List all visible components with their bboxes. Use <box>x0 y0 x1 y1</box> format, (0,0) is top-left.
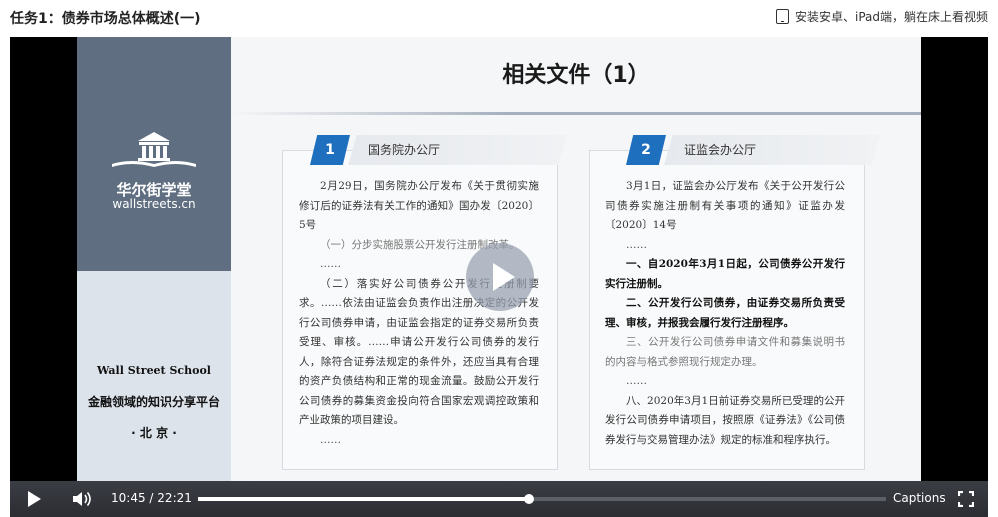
top-bar: 任务1：债券市场总体概述(一) 安装安卓、iPad端，躺在床上看视频 <box>0 0 998 36</box>
panel-2-paragraph: 一、自2020年3月1日起，公司债券公开发行实行注册制。 <box>605 258 845 290</box>
progress-fill <box>198 497 529 501</box>
panel-2-paragraph: 三、公开发行公司债券申请文件和募集说明书的内容与格式参照现行规定办理。 <box>605 336 845 368</box>
panel-2-paragraph: 3月1日，证监会办公厅发布《关于公开发行公司债券实施注册制有关事项的通知》证监办… <box>605 180 845 231</box>
panel-1-paragraph: 2月29日，国务院办公厅发布《关于贯彻实施修订后的证券法有关工作的通知》国办发〔… <box>299 180 539 231</box>
panel-2-label: 证监会办公厅 <box>664 135 880 165</box>
panel-2-number: 2 <box>626 135 666 165</box>
panel-2-paragraph: 二、公开发行公司债券，由证券交易所负责受理、审核，并报我会履行发行注册程序。 <box>605 297 845 329</box>
panel-2-ellipsis: …… <box>626 238 647 251</box>
current-time: 10:45 <box>111 491 146 505</box>
panel-1-body: 2月29日，国务院办公厅发布《关于贯彻实施修订后的证券法有关工作的通知》国办发〔… <box>299 177 539 450</box>
school-slogan: 金融领域的知识分享平台 <box>87 395 220 409</box>
progress-bar[interactable] <box>198 494 886 504</box>
panel-2-ellipsis: …… <box>626 375 647 387</box>
tablet-icon <box>775 9 789 24</box>
panel-1-ellipsis: …… <box>320 433 341 446</box>
fullscreen-icon[interactable] <box>958 491 974 507</box>
slide-title: 相关文件（1） <box>502 63 650 88</box>
time-separator: / <box>149 491 154 505</box>
task-title: 任务1：债券市场总体概述(一) <box>10 11 201 27</box>
captions-button[interactable]: Captions <box>893 491 946 505</box>
panel-2-paragraph: 八、2020年3月1日前证券交易所已受理的公开发行公司债券申请项目，按照原《证券… <box>605 394 845 446</box>
video-player[interactable]: 华尔街学堂 wallstreets.cn Wall Street School … <box>10 37 988 517</box>
panel-1-header: 1 国务院办公厅 <box>310 135 567 165</box>
school-logo-icon <box>112 132 196 167</box>
duration: 22:21 <box>157 491 192 505</box>
time-display: 10:45 / 22:21 <box>111 491 192 505</box>
play-icon[interactable] <box>28 491 41 507</box>
panel-2-header: 2 证监会办公厅 <box>626 135 880 165</box>
panel-2-body: 3月1日，证监会办公厅发布《关于公开发行公司债券实施注册制有关事项的通知》证监办… <box>605 177 845 450</box>
school-city: · 北 京 · <box>131 426 177 440</box>
volume-icon[interactable] <box>72 490 94 508</box>
panel-1-label: 国务院办公厅 <box>348 135 567 165</box>
title-divider <box>231 112 921 115</box>
panel-1-number: 1 <box>310 135 350 165</box>
install-app-label: 安装安卓、iPad端，躺在床上看视频 <box>794 10 988 24</box>
player-control-bar: 10:45 / 22:21 Captions <box>10 481 988 517</box>
progress-handle[interactable] <box>523 494 534 504</box>
big-play-button[interactable] <box>466 243 534 311</box>
install-app-link[interactable]: 安装安卓、iPad端，躺在床上看视频 <box>775 8 988 25</box>
brand-domain: wallstreets.cn <box>112 197 196 211</box>
school-name-en: Wall Street School <box>97 364 211 377</box>
